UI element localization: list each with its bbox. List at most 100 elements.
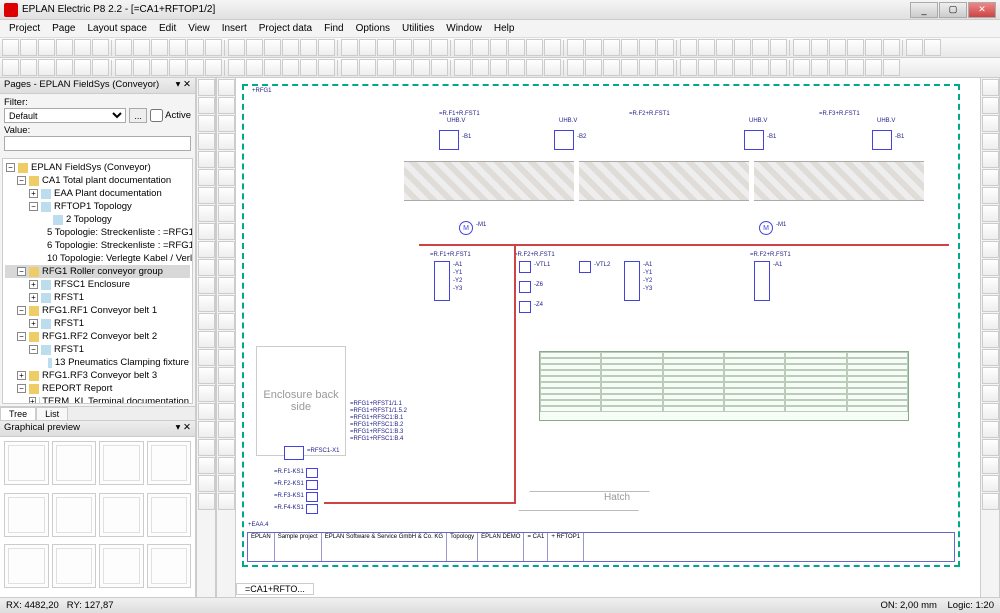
- toolbar-button[interactable]: [2, 59, 19, 76]
- tool-button[interactable]: [982, 313, 999, 330]
- tool-button[interactable]: [982, 367, 999, 384]
- tool-button[interactable]: [218, 277, 235, 294]
- tool-button[interactable]: [982, 493, 999, 510]
- toolbar-button[interactable]: [716, 59, 733, 76]
- toolbar-button[interactable]: [906, 39, 923, 56]
- toolbar-button[interactable]: [811, 59, 828, 76]
- tool-button[interactable]: [198, 421, 215, 438]
- toolbar-button[interactable]: [38, 59, 55, 76]
- toolbar-button[interactable]: [169, 39, 186, 56]
- tool-button[interactable]: [218, 187, 235, 204]
- collapse-icon[interactable]: −: [17, 306, 26, 315]
- toolbar-button[interactable]: [228, 59, 245, 76]
- preview-grid[interactable]: [0, 437, 195, 597]
- collapse-icon[interactable]: −: [17, 332, 26, 341]
- tool-button[interactable]: [198, 79, 215, 96]
- toolbar-button[interactable]: [341, 59, 358, 76]
- preview-thumbnail[interactable]: [147, 493, 192, 537]
- toolbar-button[interactable]: [74, 59, 91, 76]
- tool-button[interactable]: [218, 169, 235, 186]
- tool-button[interactable]: [198, 169, 215, 186]
- toolbar-button[interactable]: [205, 59, 222, 76]
- toolbar-button[interactable]: [92, 39, 109, 56]
- toolbar-button[interactable]: [639, 59, 656, 76]
- tree-item[interactable]: 2 Topology: [5, 213, 190, 226]
- tree-item[interactable]: 6 Topologie: Streckenliste : =RFG1...: [5, 239, 190, 252]
- collapse-icon[interactable]: −: [17, 384, 26, 393]
- toolbar-button[interactable]: [508, 59, 525, 76]
- toolbar-button[interactable]: [454, 39, 471, 56]
- toolbar-button[interactable]: [472, 39, 489, 56]
- tool-button[interactable]: [218, 331, 235, 348]
- toolbar-button[interactable]: [300, 59, 317, 76]
- tool-button[interactable]: [982, 457, 999, 474]
- tree-item[interactable]: 5 Topologie: Streckenliste : =RFG1...: [5, 226, 190, 239]
- tool-button[interactable]: [218, 367, 235, 384]
- tree-item[interactable]: −RFG1 Roller conveyor group: [5, 265, 190, 278]
- tool-button[interactable]: [198, 115, 215, 132]
- tree-item[interactable]: +RFSC1 Enclosure: [5, 278, 190, 291]
- preview-thumbnail[interactable]: [99, 493, 144, 537]
- motor-icon[interactable]: M: [459, 221, 473, 235]
- tree-item[interactable]: −EPLAN FieldSys (Conveyor): [5, 161, 190, 174]
- tool-button[interactable]: [198, 403, 215, 420]
- toolbar-button[interactable]: [151, 59, 168, 76]
- tool-button[interactable]: [218, 241, 235, 258]
- toolbar-button[interactable]: [621, 59, 638, 76]
- toolbar-button[interactable]: [544, 59, 561, 76]
- toolbar-button[interactable]: [752, 39, 769, 56]
- tool-button[interactable]: [982, 241, 999, 258]
- expand-icon[interactable]: +: [29, 397, 36, 404]
- tool-button[interactable]: [198, 187, 215, 204]
- toolbar-button[interactable]: [657, 59, 674, 76]
- toolbar-button[interactable]: [20, 39, 37, 56]
- device-box[interactable]: [579, 261, 591, 273]
- toolbar-button[interactable]: [865, 59, 882, 76]
- tab-list[interactable]: List: [36, 407, 68, 420]
- tool-button[interactable]: [198, 439, 215, 456]
- toolbar-button[interactable]: [716, 39, 733, 56]
- tree-item[interactable]: +EAA Plant documentation: [5, 187, 190, 200]
- toolbar-button[interactable]: [567, 59, 584, 76]
- filter-more-button[interactable]: ...: [129, 108, 147, 123]
- toolbar-button[interactable]: [151, 39, 168, 56]
- tool-button[interactable]: [982, 115, 999, 132]
- tree-item[interactable]: +RFST1: [5, 291, 190, 304]
- tool-button[interactable]: [982, 133, 999, 150]
- tool-button[interactable]: [198, 205, 215, 222]
- tree-item[interactable]: +TERM_KL Terminal documentation: [5, 395, 190, 404]
- tree-item[interactable]: −CA1 Total plant documentation: [5, 174, 190, 187]
- preview-close-icon[interactable]: ▾ ✕: [176, 422, 191, 435]
- tree-item[interactable]: −RFTOP1 Topology: [5, 200, 190, 213]
- toolbar-button[interactable]: [413, 39, 430, 56]
- tool-button[interactable]: [198, 277, 215, 294]
- tool-button[interactable]: [982, 97, 999, 114]
- tool-button[interactable]: [982, 205, 999, 222]
- expand-icon[interactable]: +: [29, 319, 38, 328]
- menu-view[interactable]: View: [183, 22, 215, 35]
- toolbar-button[interactable]: [20, 59, 37, 76]
- toolbar-button[interactable]: [187, 59, 204, 76]
- panel-pin-icon[interactable]: ▾ ✕: [176, 79, 191, 92]
- tool-button[interactable]: [198, 475, 215, 492]
- tab-tree[interactable]: Tree: [0, 407, 36, 420]
- tree-item[interactable]: −RFG1.RF1 Conveyor belt 1: [5, 304, 190, 317]
- menu-page[interactable]: Page: [47, 22, 80, 35]
- device-box[interactable]: [519, 281, 531, 293]
- tool-button[interactable]: [982, 79, 999, 96]
- tool-button[interactable]: [982, 421, 999, 438]
- tool-button[interactable]: [198, 97, 215, 114]
- tool-button[interactable]: [218, 115, 235, 132]
- tool-button[interactable]: [198, 223, 215, 240]
- toolbar-button[interactable]: [883, 59, 900, 76]
- toolbar-button[interactable]: [359, 39, 376, 56]
- toolbar-button[interactable]: [829, 59, 846, 76]
- collapse-icon[interactable]: −: [29, 202, 38, 211]
- device-box[interactable]: [306, 492, 318, 502]
- menu-utilities[interactable]: Utilities: [397, 22, 439, 35]
- tool-button[interactable]: [982, 187, 999, 204]
- toolbar-button[interactable]: [472, 59, 489, 76]
- toolbar-button[interactable]: [169, 59, 186, 76]
- toolbar-button[interactable]: [770, 39, 787, 56]
- tool-button[interactable]: [218, 493, 235, 510]
